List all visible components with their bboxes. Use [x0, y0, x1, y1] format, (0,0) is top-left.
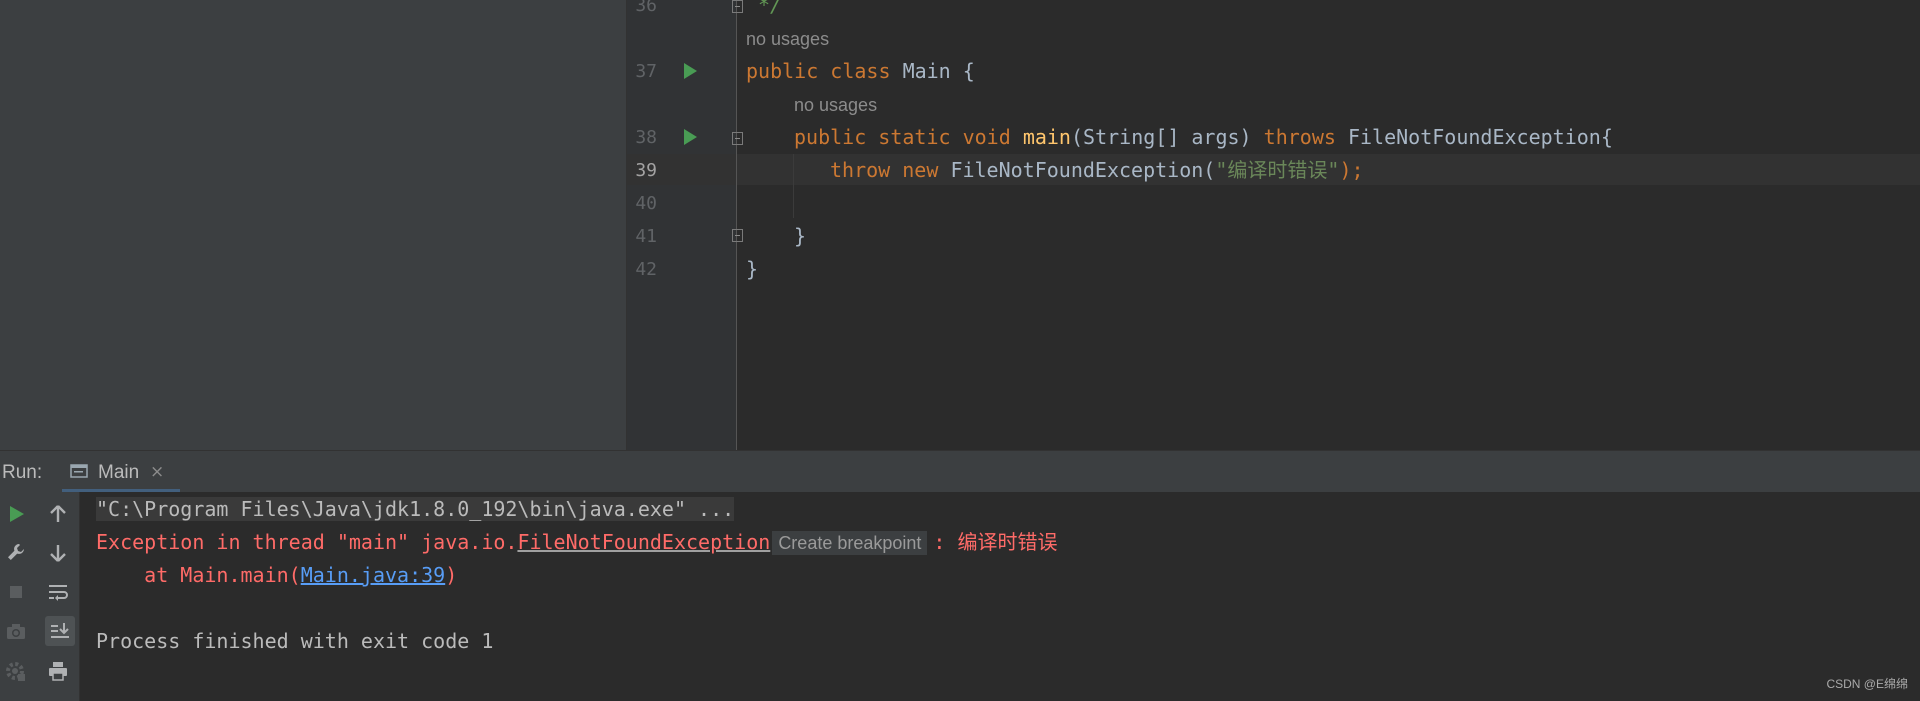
code-token: ); — [1339, 158, 1364, 182]
console-line-stacktrace: at Main.main(Main.java:39) — [96, 562, 457, 588]
run-gutter-icon[interactable] — [684, 129, 697, 145]
code-token: FileNotFoundException{ — [1347, 125, 1613, 149]
arrow-down-icon[interactable] — [45, 540, 71, 566]
line-number: 40 — [635, 193, 657, 214]
run-label: Run: — [2, 462, 43, 483]
fold-marker-icon[interactable] — [732, 132, 743, 145]
line-number: 36 — [635, 0, 657, 16]
run-toolbar-left — [0, 492, 38, 701]
wrench-icon[interactable] — [3, 539, 29, 565]
line-number: 38 — [635, 127, 657, 148]
stop-icon[interactable] — [3, 579, 29, 605]
code-token: (String[] args) — [1070, 125, 1252, 149]
create-breakpoint-button[interactable]: Create breakpoint — [772, 531, 928, 555]
console-line-command: "C:\Program Files\Java\jdk1.8.0_192\bin\… — [96, 496, 735, 522]
watermark: CSDN @E绵绵 — [1826, 677, 1908, 691]
run-icon[interactable] — [3, 501, 29, 527]
camera-icon[interactable] — [3, 618, 29, 644]
code-line-37: public class Main { — [746, 59, 975, 83]
code-token: new — [902, 158, 939, 182]
usages-hint[interactable]: no usages — [746, 28, 829, 50]
gutter-border — [736, 0, 737, 450]
line-number: 39 — [635, 160, 657, 181]
console-output[interactable]: "C:\Program Files\Java\jdk1.8.0_192\bin\… — [80, 492, 1920, 701]
stacktrace-link[interactable]: Main.java:39 — [301, 563, 446, 587]
code-token: class — [830, 59, 891, 83]
line-number: 41 — [635, 226, 657, 247]
code-token: main — [1022, 125, 1071, 149]
print-icon[interactable] — [45, 658, 71, 684]
stack-prefix: at Main.main( — [96, 563, 301, 587]
code-line-39: throw new FileNotFoundException("编译时错误")… — [830, 158, 1364, 182]
exception-class-link[interactable]: FileNotFoundException — [517, 530, 770, 554]
command-text: "C:\Program Files\Java\jdk1.8.0_192\bin\… — [96, 497, 735, 521]
run-tool-window-header: Run: Main × — [0, 450, 1920, 493]
indent-guide — [793, 154, 794, 218]
code-line-38: public static void main(String[] args) t… — [794, 125, 1613, 149]
line-number: 37 — [635, 61, 657, 82]
exception-prefix: Exception in thread "main" java.io. — [96, 530, 518, 554]
console-icon — [70, 463, 88, 479]
code-comment: */ — [758, 0, 783, 17]
code-token: "编译时错误" — [1215, 158, 1340, 182]
line-number: 42 — [635, 259, 657, 280]
code-token: Main — [902, 59, 951, 83]
console-line-exit: Process finished with exit code 1 — [96, 629, 494, 653]
fold-marker-icon[interactable] — [732, 229, 743, 242]
scroll-to-end-icon[interactable] — [45, 616, 75, 646]
usages-hint[interactable]: no usages — [794, 94, 877, 116]
code-token: public — [794, 125, 867, 149]
settings-icon[interactable] — [3, 658, 29, 684]
stack-suffix: ) — [445, 563, 458, 587]
code-token: { — [962, 59, 975, 83]
run-toolbar-right — [38, 492, 80, 701]
code-token: public — [746, 59, 819, 83]
code-line-41: } — [794, 224, 807, 248]
code-line-42: } — [746, 257, 759, 281]
project-panel — [0, 0, 626, 450]
code-token: throw — [830, 158, 891, 182]
tab-label: Main — [98, 462, 140, 483]
code-token: static — [878, 125, 951, 149]
arrow-up-icon[interactable] — [45, 501, 71, 527]
console-line-exception: Exception in thread "main" java.io.FileN… — [96, 529, 1058, 555]
close-icon[interactable]: × — [150, 462, 164, 482]
fold-marker-icon[interactable] — [732, 0, 743, 13]
code-token: void — [962, 125, 1011, 149]
run-gutter-icon[interactable] — [684, 63, 697, 79]
soft-wrap-icon[interactable] — [45, 579, 71, 605]
code-token: throws — [1263, 125, 1336, 149]
code-token: FileNotFoundException( — [950, 158, 1216, 182]
exception-suffix: : 编译时错误 — [933, 530, 1058, 554]
tab-main[interactable]: Main × — [62, 451, 180, 493]
